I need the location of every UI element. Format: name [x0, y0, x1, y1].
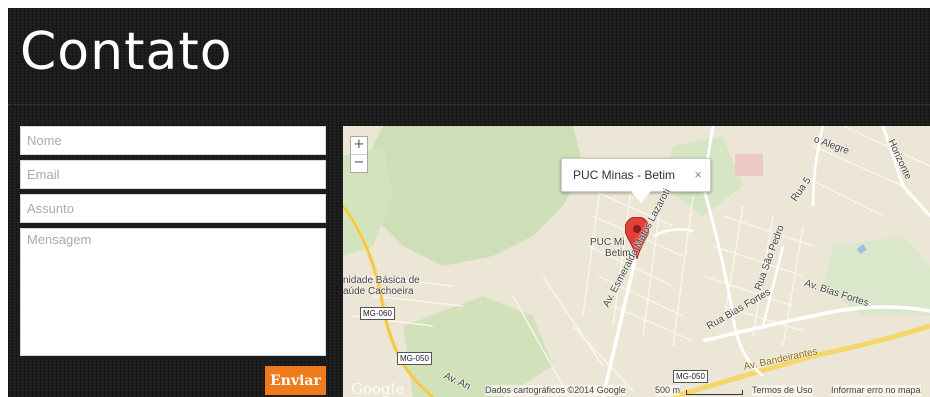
message-field[interactable]: [20, 228, 326, 356]
info-window-pointer: [631, 191, 651, 203]
map-data-attribution: Dados cartográficos ©2014 Google: [485, 385, 626, 396]
route-shield-mg050: MG-050: [397, 352, 432, 365]
route-shield-mg060: MG-060: [360, 307, 395, 320]
page-title: Contato: [20, 22, 233, 82]
name-field[interactable]: [20, 126, 326, 155]
report-error-link[interactable]: Informar erro no mapa: [831, 385, 921, 396]
info-window: PUC Minas - Betim ×: [561, 158, 711, 192]
map-embed[interactable]: + − PUC Minas - Betim × PUC Mi Betim nid…: [343, 126, 930, 397]
terms-link[interactable]: Termos de Uso: [752, 385, 813, 396]
map-label-unidade: nidade Básica de: [343, 275, 420, 286]
close-icon[interactable]: ×: [694, 159, 702, 191]
contact-section: Contato Enviar: [8, 8, 930, 397]
zoom-control: + −: [350, 136, 368, 173]
route-shield-mg050-2: MG-050: [673, 370, 708, 383]
map-label-saude: aúde Cachoeira: [343, 286, 414, 297]
zoom-in-button[interactable]: +: [351, 137, 367, 154]
info-window-title: PUC Minas - Betim: [573, 168, 676, 182]
title-divider: [8, 104, 930, 105]
scale-label: 500 m: [655, 385, 681, 396]
send-button[interactable]: Enviar: [265, 366, 326, 395]
map-label-puc: PUC Mi: [590, 237, 625, 248]
scale-bar: [686, 390, 743, 395]
map-footer: Google Dados cartográficos ©2014 Google …: [343, 380, 930, 397]
subject-field[interactable]: [20, 194, 326, 223]
email-field[interactable]: [20, 160, 326, 189]
google-logo: Google: [351, 380, 405, 397]
zoom-out-button[interactable]: −: [351, 154, 367, 172]
